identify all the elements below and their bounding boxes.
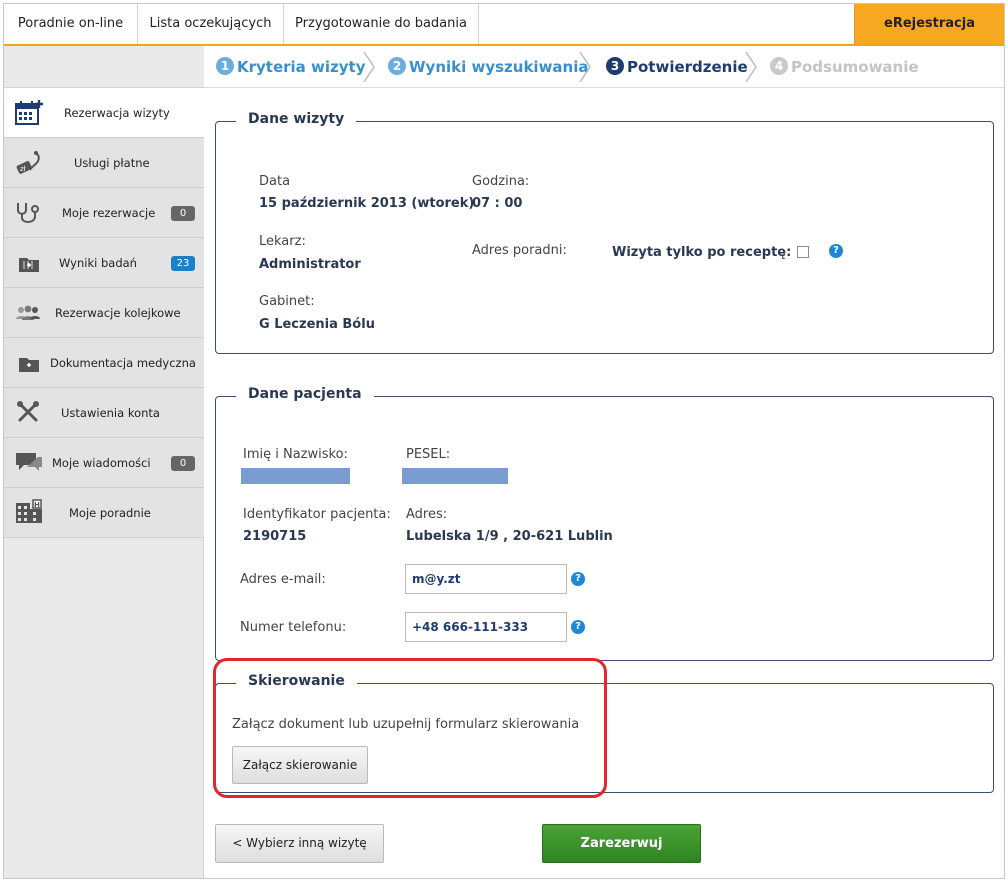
step-kryteria-wizyty[interactable]: 1 Kryteria wizyty: [216, 46, 365, 88]
app-frame: Poradnie on-line Lista oczekujących Przy…: [3, 3, 1005, 879]
sidebar-item-moje-wiadomosci[interactable]: Moje wiadomości 0: [4, 438, 204, 488]
patient-id-label: Identyfikator pacjenta:: [243, 507, 391, 522]
chevron-right-icon: [579, 52, 591, 82]
sidebar-item-moje-poradnie[interactable]: H Moje poradnie: [4, 488, 204, 538]
sidebar-item-label: Moje poradnie: [69, 506, 151, 520]
sidebar-item-dokumentacja-medyczna[interactable]: Dokumentacja medyczna: [4, 338, 204, 388]
sidebar-item-rezerwacje-kolejkowe[interactable]: Rezerwacje kolejkowe: [4, 288, 204, 338]
phone-label: Numer telefonu:: [240, 620, 347, 635]
name-redacted-value: [241, 468, 350, 484]
step-label: Kryteria wizyty: [237, 58, 366, 76]
calendar-icon: [15, 100, 43, 125]
help-icon[interactable]: ?: [829, 244, 843, 258]
help-icon[interactable]: ?: [571, 620, 585, 634]
prescription-only-label: Wizyta tylko po receptę:: [612, 245, 792, 260]
address-label: Adres:: [406, 507, 448, 522]
step-podsumowanie: 4 Podsumowanie: [770, 46, 919, 88]
email-label: Adres e-mail:: [240, 572, 326, 587]
sidebar-item-wyniki-badan[interactable]: Wyniki badań 23: [4, 238, 204, 288]
sidebar-item-moje-rezerwacje[interactable]: Moje rezerwacje 0: [4, 188, 204, 238]
tab-poradnie-online[interactable]: Poradnie on-line: [4, 4, 138, 44]
sidebar-item-label: Rezerwacje kolejkowe: [55, 306, 181, 320]
sidebar-item-label: Wyniki badań: [59, 256, 137, 270]
email-field[interactable]: m@y.zt: [405, 564, 567, 594]
sidebar-item-ustawienia-konta[interactable]: Ustawienia konta: [4, 388, 204, 438]
building-icon: H: [16, 499, 42, 523]
visit-details-legend: Dane wizyty: [236, 111, 357, 127]
step-potwierdzenie: 3 Potwierdzenie: [606, 46, 748, 88]
visit-details-panel: Dane wizyty Data 15 październik 2013 (wt…: [215, 111, 994, 354]
patient-id-value: 2190715: [243, 529, 307, 544]
step-number: 2: [388, 57, 406, 75]
sidebar-menu: Rezerwacja wizyty zł Usługi płatne Moje …: [4, 88, 205, 538]
time-label: Godzina:: [472, 174, 530, 189]
tab-erejestracja[interactable]: eRejestracja: [854, 4, 1004, 44]
stethoscope-icon: [17, 203, 39, 223]
sidebar-item-label: Moje wiadomości: [52, 456, 151, 470]
room-label: Gabinet:: [259, 294, 315, 309]
pesel-label: PESEL:: [406, 447, 451, 462]
doctor-value: Administrator: [259, 257, 361, 272]
sidebar-item-label: Dokumentacja medyczna: [50, 356, 196, 370]
results-count-badge: 23: [171, 256, 195, 271]
step-number: 3: [606, 57, 624, 75]
messages-count-badge: 0: [171, 456, 195, 471]
date-value: 15 październik 2013 (wtorek): [259, 196, 475, 211]
reservations-count-badge: 0: [171, 206, 195, 221]
sidebar-item-label: Moje rezerwacje: [62, 206, 156, 220]
highlight-annotation: [213, 658, 607, 798]
step-label: Podsumowanie: [791, 58, 919, 76]
sidebar-item-rezerwacja-wizyty[interactable]: Rezerwacja wizyty: [4, 88, 205, 138]
pesel-redacted-value: [402, 468, 508, 484]
sidebar-item-label: Usługi płatne: [74, 156, 150, 170]
patient-details-legend: Dane pacjenta: [236, 386, 374, 402]
clinic-address-label: Adres poradni:: [472, 243, 567, 258]
reserve-button[interactable]: Zarezerwuj: [542, 824, 701, 863]
step-label: Wyniki wyszukiwania: [409, 58, 589, 76]
tab-przygotowanie[interactable]: Przygotowanie do badania: [284, 4, 479, 44]
tools-icon: [17, 401, 39, 422]
prescription-only-checkbox[interactable]: [797, 246, 809, 258]
sidebar-header-strip: [4, 46, 204, 88]
choose-another-visit-button[interactable]: < Wybierz inną wizytę: [215, 824, 384, 863]
folder-icon: [19, 258, 39, 272]
sidebar-item-uslugi-platne[interactable]: zł Usługi płatne: [4, 138, 204, 188]
phone-field[interactable]: +48 666-111-333: [405, 612, 567, 642]
chevron-right-icon: [363, 52, 375, 82]
help-icon[interactable]: ?: [571, 572, 585, 586]
chat-icon: [16, 453, 42, 471]
svg-text:zł: zł: [20, 165, 26, 173]
address-value: Lubelska 1/9 , 20-621 Lublin: [406, 529, 613, 544]
sidebar: Rezerwacja wizyty zł Usługi płatne Moje …: [4, 46, 205, 878]
svg-text:H: H: [34, 501, 40, 509]
doctor-label: Lekarz:: [259, 234, 306, 249]
sidebar-item-label: Rezerwacja wizyty: [64, 106, 170, 120]
patient-details-panel: Dane pacjenta Imię i Nazwisko: PESEL: Id…: [215, 386, 994, 661]
name-label: Imię i Nazwisko:: [243, 447, 348, 462]
step-number: 4: [770, 57, 788, 75]
top-nav: Poradnie on-line Lista oczekujących Przy…: [4, 4, 1004, 46]
step-number: 1: [216, 57, 234, 75]
room-value: G Leczenia Bólu: [259, 317, 375, 332]
chevron-right-icon: [745, 52, 757, 82]
sidebar-item-label: Ustawienia konta: [61, 406, 160, 420]
date-label: Data: [259, 174, 291, 189]
paid-services-icon: zł: [16, 151, 40, 174]
people-icon: [16, 305, 40, 320]
time-value: 07 : 00: [472, 196, 523, 211]
wizard-steps: 1 Kryteria wizyty 2 Wyniki wyszukiwania 3P…: [204, 46, 1004, 88]
tab-lista-oczekujacych[interactable]: Lista oczekujących: [138, 4, 284, 44]
folder-icon: [19, 358, 39, 372]
step-label: Potwierdzenie: [627, 58, 748, 76]
step-wyniki-wyszukiwania[interactable]: 2 Wyniki wyszukiwania: [388, 46, 589, 88]
